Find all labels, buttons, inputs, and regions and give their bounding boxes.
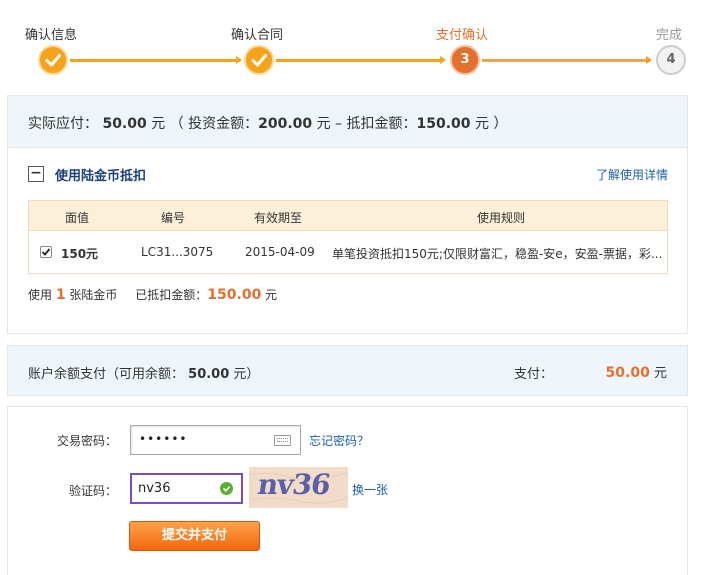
balance-payment-panel: 账户余额支付（可用余额： 50.00 元） 支付： 50.00 元 xyxy=(7,345,688,396)
coupon-usage-summary: 使用 1 张陆金币 已抵扣金额：150.00 元 xyxy=(28,286,277,303)
coupon-checkbox[interactable] xyxy=(40,246,52,258)
submit-and-pay-button[interactable]: 提交并支付 xyxy=(129,521,260,551)
refresh-captcha-link[interactable]: 换一张 xyxy=(352,481,388,498)
unit: 元 xyxy=(151,116,166,132)
coupon-collapse-toggle[interactable]: − xyxy=(28,166,44,182)
deducted-label: 已抵扣金额： xyxy=(135,288,208,302)
table-row[interactable]: 150元 LC31...3075 2015-04-09 单笔投资抵扣150元;仅… xyxy=(29,231,667,273)
step-label-confirm-info: 确认信息 xyxy=(25,28,78,43)
captcha-value: nv36 xyxy=(138,481,171,496)
pay-unit: 元 xyxy=(653,366,667,381)
balance-available: 50.00 xyxy=(188,367,230,382)
unit: 元 xyxy=(474,116,489,132)
invest-label: 投资金额： xyxy=(188,116,259,132)
password-input[interactable]: •••••• xyxy=(130,425,301,455)
keyboard-icon[interactable] xyxy=(274,435,291,446)
column-header: 面值 xyxy=(65,211,90,225)
due-amount: 50.00 xyxy=(102,116,147,132)
deducted-amount: 150.00 xyxy=(207,287,262,303)
coupon-rule: 单笔投资抵扣150元;仅限财富汇，稳盈-安e，安盈-票据，彩... xyxy=(332,247,662,261)
due-label: 实际应付： xyxy=(28,116,98,132)
dash: – xyxy=(335,116,343,132)
balance-label: 账户余额支付（可用余额： xyxy=(28,367,185,382)
coupon-learn-more-link[interactable]: 了解使用详情 xyxy=(596,166,668,183)
step-connector xyxy=(70,56,242,64)
pay-amount: 50.00 xyxy=(605,365,650,381)
pay-label: 支付： xyxy=(514,367,554,382)
step-connector xyxy=(276,56,446,64)
step-label-confirm-contract: 确认合同 xyxy=(231,28,284,43)
step-label-complete: 完成 xyxy=(656,28,683,43)
step-connector xyxy=(482,56,652,64)
coupon-section-title: 使用陆金币抵扣 xyxy=(55,169,147,184)
paren: （ xyxy=(169,116,184,132)
step-label-payment-confirm: 支付确认 xyxy=(436,28,489,43)
used-suffix: 张陆金币 xyxy=(69,288,118,302)
captcha-image-text: nv36 xyxy=(255,468,332,501)
step-current-number: 3 xyxy=(450,45,480,75)
coupon-table: 面值 编号 有效期至 使用规则 150元 LC31...3075 2015-04… xyxy=(28,200,668,274)
step-done-check-icon xyxy=(38,45,68,75)
deducted-unit: 元 xyxy=(265,288,278,302)
column-header: 有效期至 xyxy=(254,211,303,225)
coupon-value: 150元 xyxy=(61,247,99,261)
step-done-check-icon xyxy=(244,45,274,75)
payment-summary-panel: 实际应付： 50.00 元 （ 投资金额：200.00 元 – 抵扣金额：150… xyxy=(7,95,688,334)
valid-check-icon xyxy=(220,482,233,495)
column-header: 使用规则 xyxy=(477,211,526,225)
balance-label-tail: 元） xyxy=(233,367,260,382)
coupon-code: LC31...3075 xyxy=(141,245,214,259)
used-prefix: 使用 xyxy=(28,288,53,302)
password-label: 交易密码： xyxy=(56,434,117,448)
step-todo-number: 4 xyxy=(656,45,686,75)
coupon-table-header: 面值 编号 有效期至 使用规则 xyxy=(29,201,667,231)
deduct-label: 抵扣金额： xyxy=(346,116,417,132)
unit: 元 xyxy=(316,116,331,132)
used-count: 1 xyxy=(55,287,66,303)
invest-amount: 200.00 xyxy=(258,116,313,132)
password-value: •••••• xyxy=(139,432,188,446)
captcha-input[interactable]: nv36 xyxy=(130,473,243,504)
paren: ） xyxy=(493,116,508,132)
captcha-label: 验证码： xyxy=(68,484,117,498)
deduct-amount: 150.00 xyxy=(416,116,471,132)
forgot-password-link[interactable]: 忘记密码？ xyxy=(309,432,369,449)
column-header: 编号 xyxy=(161,211,186,225)
summary-bar: 实际应付： 50.00 元 （ 投资金额：200.00 元 – 抵扣金额：150… xyxy=(8,96,687,148)
coupon-expiry: 2015-04-09 xyxy=(245,245,315,259)
captcha-image[interactable]: nv36 xyxy=(249,467,348,508)
